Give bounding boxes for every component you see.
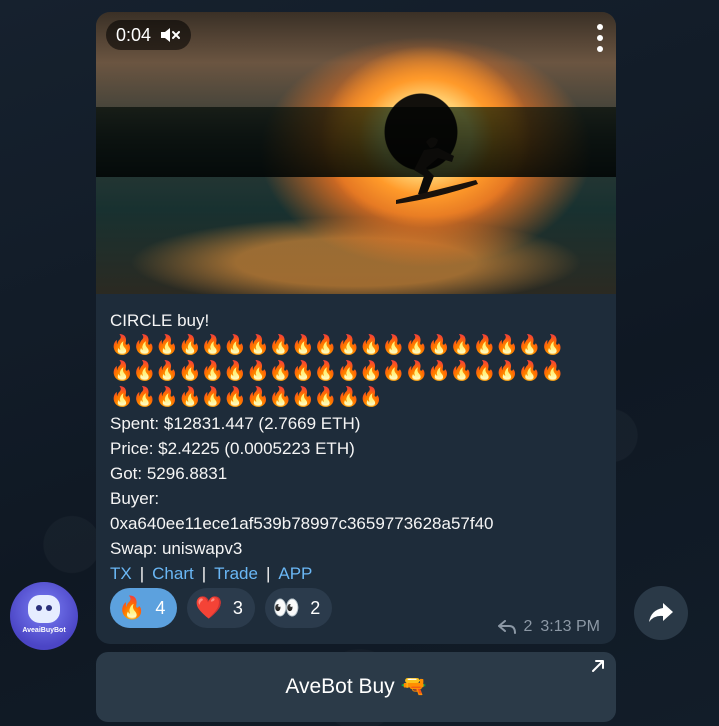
reaction-count: 3 xyxy=(232,597,243,618)
fire-row: 🔥🔥🔥🔥🔥🔥🔥🔥🔥🔥🔥🔥🔥🔥🔥🔥🔥🔥🔥🔥 xyxy=(110,361,564,382)
share-button[interactable] xyxy=(634,586,688,640)
heart-emoji: ❤️ xyxy=(195,595,223,620)
reply-arrow-icon[interactable] xyxy=(497,620,516,634)
avatar[interactable]: AveaiBuyBot xyxy=(10,582,78,650)
external-link-arrow-icon xyxy=(592,660,604,672)
fire-row: 🔥🔥🔥🔥🔥🔥🔥🔥🔥🔥🔥🔥🔥🔥🔥🔥🔥🔥🔥🔥 xyxy=(110,335,564,356)
more-vertical-icon[interactable] xyxy=(596,24,604,52)
reaction-heart[interactable]: ❤️ 3 xyxy=(187,588,255,628)
reaction-fire[interactable]: 🔥 4 xyxy=(110,588,178,628)
video-time-pill[interactable]: 0:04 xyxy=(106,20,192,50)
reply-count[interactable]: 2 xyxy=(524,618,533,636)
link-row: TX | Chart | Trade | APP xyxy=(110,561,602,586)
message-bubble[interactable]: 0:04 CIRCLE buy! 🔥🔥🔥🔥🔥🔥🔥🔥🔥🔥🔥🔥🔥🔥🔥🔥🔥🔥🔥🔥 🔥🔥… xyxy=(96,12,616,644)
reaction-count: 2 xyxy=(310,597,321,618)
got-line: Got: 5296.8831 xyxy=(110,464,228,483)
speaker-muted-icon[interactable] xyxy=(159,26,181,44)
avebot-buy-button[interactable]: AveBot Buy 🔫 xyxy=(96,652,616,722)
message-time: 3:13 PM xyxy=(540,618,600,635)
video-time: 0:04 xyxy=(116,24,152,45)
reaction-eyes[interactable]: 👀 2 xyxy=(264,588,333,628)
reaction-count: 4 xyxy=(155,597,166,618)
fire-row: 🔥🔥🔥🔥🔥🔥🔥🔥🔥🔥🔥🔥 xyxy=(110,387,383,408)
share-arrow-icon xyxy=(649,603,673,622)
surfer-silhouette xyxy=(396,137,478,204)
message-text: CIRCLE buy! 🔥🔥🔥🔥🔥🔥🔥🔥🔥🔥🔥🔥🔥🔥🔥🔥🔥🔥🔥🔥 🔥🔥🔥🔥🔥🔥🔥… xyxy=(96,294,616,586)
link-separator: | xyxy=(201,564,207,583)
buyer-label: Buyer: xyxy=(110,489,160,508)
robot-icon xyxy=(28,594,60,623)
app-link[interactable]: APP xyxy=(278,561,312,586)
price-line: Price: $2.4225 (0.0005223 ETH) xyxy=(110,439,355,458)
trade-link[interactable]: Trade xyxy=(214,561,258,586)
link-separator: | xyxy=(139,564,145,583)
spent-line: Spent: $12831.447 (2.7669 ETH) xyxy=(110,414,361,433)
reactions-bar: 🔥 4 ❤️ 3 👀 2 xyxy=(110,588,333,628)
chart-link[interactable]: Chart xyxy=(152,561,194,586)
message-title: CIRCLE buy! xyxy=(110,311,210,330)
video-thumbnail[interactable]: 0:04 xyxy=(96,12,616,294)
swap-line: Swap: uniswapv3 xyxy=(110,539,243,558)
link-separator: | xyxy=(265,564,271,583)
inline-button-label: AveBot Buy 🔫 xyxy=(285,675,427,698)
avatar-label: AveaiBuyBot xyxy=(22,626,66,634)
buyer-address: 0xa640ee11ece1af539b78997c3659773628a57f… xyxy=(110,514,494,533)
message-meta: 2 3:13 PM xyxy=(497,618,600,636)
tx-link[interactable]: TX xyxy=(110,561,132,586)
fire-emoji: 🔥 xyxy=(118,595,146,620)
eyes-emoji: 👀 xyxy=(272,595,301,620)
